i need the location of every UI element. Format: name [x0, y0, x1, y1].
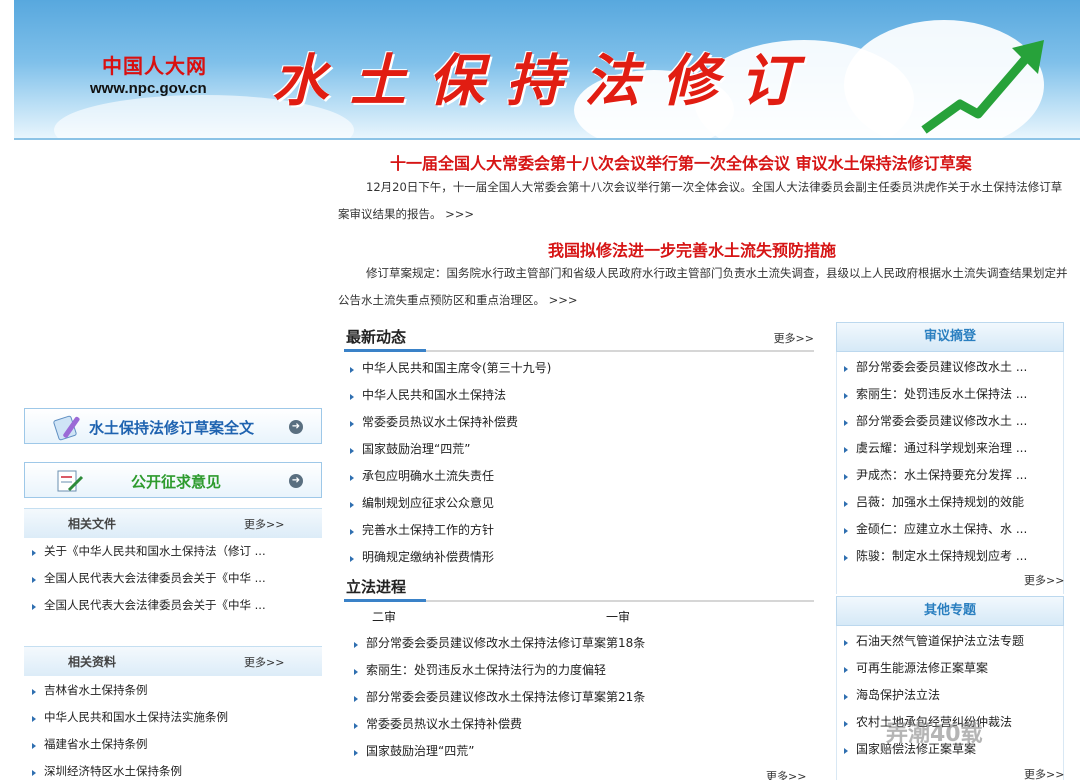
topics-more-link[interactable]: 更多>>	[1024, 766, 1064, 780]
watermark: 弄潮40载	[886, 716, 983, 748]
arrow-right-icon: ➜	[289, 474, 303, 488]
headline-summary-2: 修订草案规定：国务院水行政主管部门和省级人民政府水行政主管部门负责水土流失调查，…	[338, 260, 1072, 314]
list-item[interactable]: 深圳经济特区水土保持条例	[28, 758, 318, 780]
related-docs-title: 相关文件	[68, 517, 117, 531]
list-item[interactable]: 索丽生：处罚违反水土保持法行为的力度偏轻	[350, 657, 812, 684]
headline-summary-1: 12月20日下午，十一届全国人大常委会第十八次会议举行第一次全体会议。全国人大法…	[338, 174, 1072, 228]
latest-more-link[interactable]: 更多>>	[774, 330, 814, 346]
review-more-link[interactable]: 更多>>	[1024, 572, 1064, 588]
headline-more-link-2[interactable]: >>>	[549, 293, 578, 307]
list-item[interactable]: 部分常委会委员建议修改水土 ...	[840, 408, 1062, 435]
watermark-text: 弄潮40载	[886, 722, 983, 747]
headline-more-link-1[interactable]: >>>	[445, 207, 474, 221]
legislation-list: 部分常委会委员建议修改水土保持法修订草案第18条 索丽生：处罚违反水土保持法行为…	[350, 630, 812, 765]
latest-section-title: 最新动态	[346, 328, 407, 346]
list-item[interactable]: 尹成杰：水土保持要充分发挥 ...	[840, 462, 1062, 489]
review-section-header: 审议摘登	[836, 322, 1064, 352]
latest-list: 中华人民共和国主席令(第三十九号) 中华人民共和国水土保持法 常委委员热议水土保…	[346, 355, 812, 571]
related-materials-title: 相关资料	[68, 655, 117, 669]
list-item[interactable]: 金硕仁：应建立水土保持、水 ...	[840, 516, 1062, 543]
related-docs-more-link[interactable]: 更多>>	[244, 516, 284, 532]
list-item[interactable]: 全国人民代表大会法律委员会关于《中华 ...	[28, 565, 318, 592]
section-underline	[344, 349, 426, 352]
solicit-opinions-button[interactable]: 公开征求意见 ➜	[24, 462, 322, 498]
topics-section-header: 其他专题	[836, 596, 1064, 626]
banner-divider	[14, 138, 1080, 140]
list-item[interactable]: 承包应明确水土流失责任	[346, 463, 812, 490]
related-materials-header: 相关资料 更多>>	[24, 646, 322, 676]
review-list: 部分常委会委员建议修改水土 ... 索丽生：处罚违反水土保持法 ... 部分常委…	[840, 354, 1062, 570]
tab-first-review[interactable]: 一审	[606, 608, 630, 625]
latest-section-header: 最新动态 更多>>	[344, 326, 814, 352]
site-logo-url[interactable]: www.npc.gov.cn	[90, 80, 207, 97]
tab-second-review[interactable]: 二审	[372, 608, 396, 625]
list-item[interactable]: 完善水土保持工作的方针	[346, 517, 812, 544]
list-item[interactable]: 常委委员热议水土保持补偿费	[350, 711, 812, 738]
header-banner: 中国人大网 www.npc.gov.cn 水土保持法修订	[14, 0, 1080, 138]
legislation-section-title: 立法进程	[346, 578, 407, 596]
list-item[interactable]: 福建省水土保持条例	[28, 731, 318, 758]
list-item[interactable]: 海岛保护法立法	[840, 682, 1062, 709]
form-pencil-icon	[57, 470, 84, 492]
list-item[interactable]: 索丽生：处罚违反水土保持法 ...	[840, 381, 1062, 408]
list-item[interactable]: 可再生能源法修正案草案	[840, 655, 1062, 682]
list-item[interactable]: 编制规划应征求公众意见	[346, 490, 812, 517]
page-banner-title: 水土保持法修订	[272, 48, 818, 114]
arrow-right-icon: ➜	[289, 420, 303, 434]
solicit-opinions-label: 公开征求意见	[131, 473, 222, 491]
related-materials-list: 吉林省水土保持条例 中华人民共和国水土保持法实施条例 福建省水土保持条例 深圳经…	[28, 677, 318, 780]
list-item[interactable]: 中华人民共和国水土保持法实施条例	[28, 704, 318, 731]
list-item[interactable]: 陈骏：制定水土保持规划应考 ...	[840, 543, 1062, 570]
legislation-section-header: 立法进程	[344, 576, 814, 602]
list-item[interactable]: 中华人民共和国主席令(第三十九号)	[346, 355, 812, 382]
full-text-button-label: 水土保持法修订草案全文	[89, 419, 255, 437]
section-underline	[344, 599, 426, 602]
related-materials-more-link[interactable]: 更多>>	[244, 654, 284, 670]
site-logo-name[interactable]: 中国人大网	[102, 50, 207, 79]
growth-arrow-icon	[921, 40, 1044, 134]
list-item[interactable]: 关于《中华人民共和国水土保持法（修订 ...	[28, 538, 318, 565]
list-item[interactable]: 中华人民共和国水土保持法	[346, 382, 812, 409]
list-item[interactable]: 国家鼓励治理“四荒”	[346, 436, 812, 463]
related-docs-list: 关于《中华人民共和国水土保持法（修订 ... 全国人民代表大会法律委员会关于《中…	[28, 538, 318, 619]
list-item[interactable]: 部分常委会委员建议修改水土保持法修订草案第18条	[350, 630, 812, 657]
legislation-more-link[interactable]: 更多>>	[766, 768, 806, 780]
full-text-button[interactable]: 水土保持法修订草案全文 ➜	[24, 408, 322, 444]
list-item[interactable]: 部分常委会委员建议修改水土保持法修订草案第21条	[350, 684, 812, 711]
list-item[interactable]: 全国人民代表大会法律委员会关于《中华 ...	[28, 592, 318, 619]
list-item[interactable]: 吉林省水土保持条例	[28, 677, 318, 704]
legislation-tabs: 二审 一审	[346, 606, 812, 628]
list-item[interactable]: 常委委员热议水土保持补偿费	[346, 409, 812, 436]
list-item[interactable]: 吕薇：加强水土保持规划的效能	[840, 489, 1062, 516]
list-item[interactable]: 虞云耀：通过科学规划来治理 ...	[840, 435, 1062, 462]
list-item[interactable]: 国家鼓励治理“四荒”	[350, 738, 812, 765]
headline-title-1[interactable]: 十一届全国人大常委会第十八次会议举行第一次全体会议 审议水土保持法修订草案	[390, 150, 972, 174]
list-item[interactable]: 石油天然气管道保护法立法专题	[840, 628, 1062, 655]
list-item[interactable]: 明确规定缴纳补偿费情形	[346, 544, 812, 571]
headline-summary-text-2: 修订草案规定：国务院水行政主管部门和省级人民政府水行政主管部门负责水土流失调查，…	[338, 266, 1068, 307]
related-docs-header: 相关文件 更多>>	[24, 508, 322, 538]
document-pen-icon	[53, 415, 80, 441]
headline-title-2[interactable]: 我国拟修法进一步完善水土流失预防措施	[548, 237, 836, 261]
list-item[interactable]: 部分常委会委员建议修改水土 ...	[840, 354, 1062, 381]
